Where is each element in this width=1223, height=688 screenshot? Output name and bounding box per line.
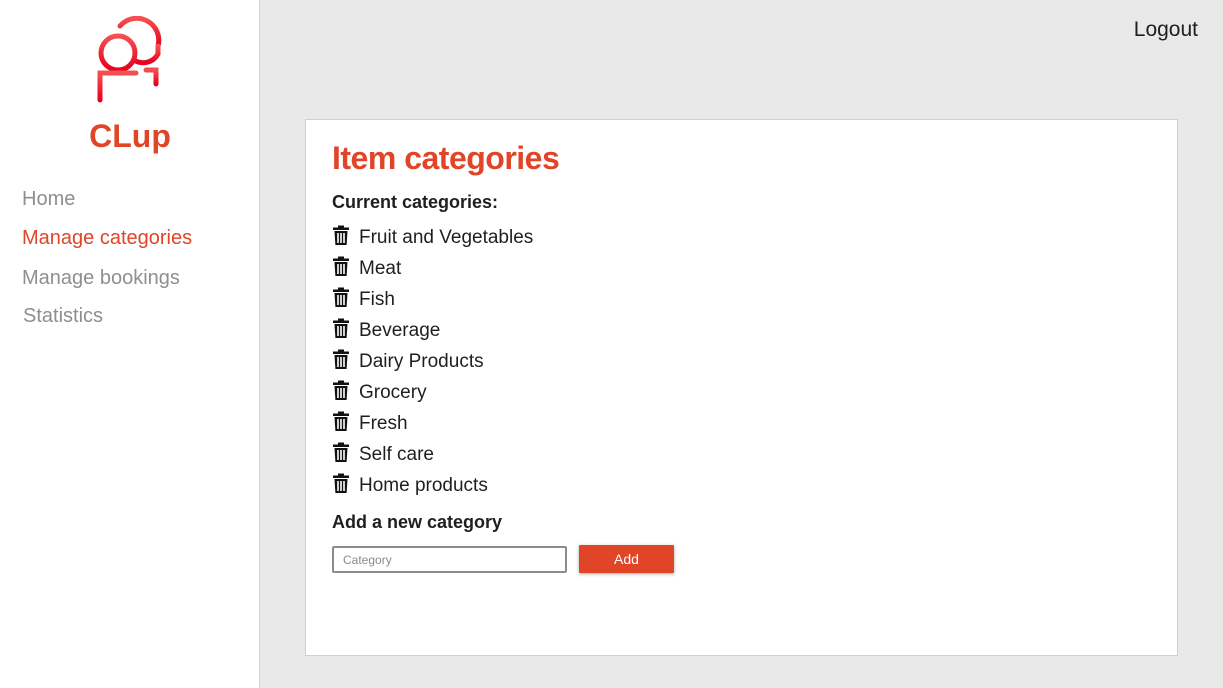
nav-item-manage-categories[interactable]: Manage categories	[22, 227, 192, 250]
people-icon[interactable]	[94, 15, 164, 104]
nav-item-manage-bookings[interactable]: Manage bookings	[22, 267, 180, 290]
category-item: Beverage	[332, 315, 533, 346]
brand-name: CLup	[89, 118, 171, 154]
category-name: Dairy Products	[359, 350, 484, 372]
category-name: Home products	[359, 475, 488, 497]
category-name: Grocery	[359, 382, 427, 404]
nav-item-statistics[interactable]: Statistics	[23, 305, 103, 328]
categories-panel: Item categories Current categories: Frui…	[305, 119, 1178, 656]
sidebar: CLup Home Manage categories Manage booki…	[0, 0, 260, 688]
trash-icon[interactable]	[332, 286, 350, 308]
add-category-label: Add a new category	[332, 512, 503, 532]
category-item: Self care	[332, 440, 533, 471]
trash-icon[interactable]	[332, 317, 350, 339]
nav-item-home[interactable]: Home	[22, 188, 75, 211]
page-title: Item categories	[332, 140, 560, 176]
category-item: Grocery	[332, 377, 533, 408]
trash-icon[interactable]	[332, 410, 350, 432]
add-button[interactable]: Add	[579, 545, 674, 573]
category-item: Fish	[332, 284, 533, 315]
category-input[interactable]	[332, 546, 567, 573]
category-name: Beverage	[359, 319, 441, 341]
category-list: Fruit and Vegetables Meat Fish Beverage …	[332, 222, 533, 502]
category-item: Fruit and Vegetables	[332, 222, 533, 253]
category-name: Self care	[359, 444, 434, 466]
trash-icon[interactable]	[332, 224, 350, 246]
trash-icon[interactable]	[332, 255, 350, 277]
trash-icon[interactable]	[332, 379, 350, 401]
trash-icon[interactable]	[332, 348, 350, 370]
category-name: Fruit and Vegetables	[359, 226, 534, 248]
current-categories-label: Current categories:	[332, 192, 499, 212]
category-name: Fresh	[359, 413, 408, 435]
category-item: Home products	[332, 471, 533, 502]
category-item: Fresh	[332, 409, 533, 440]
category-name: Fish	[359, 288, 395, 310]
category-item: Dairy Products	[332, 346, 533, 377]
trash-icon[interactable]	[332, 472, 350, 494]
category-name: Meat	[359, 257, 402, 279]
logout-link[interactable]: Logout	[1134, 18, 1198, 42]
category-item: Meat	[332, 253, 533, 284]
trash-icon[interactable]	[332, 441, 350, 463]
